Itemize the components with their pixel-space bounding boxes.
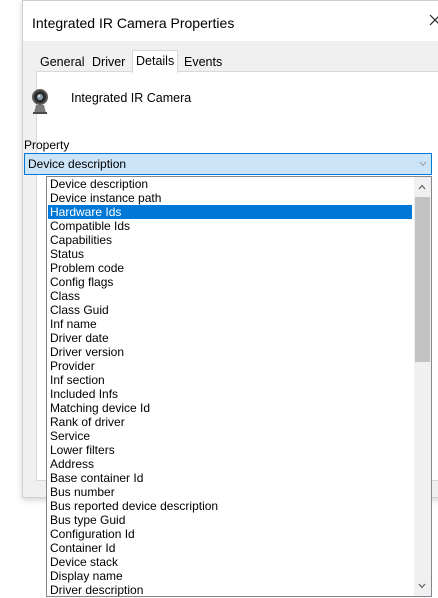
- list-item[interactable]: Bus type Guid: [48, 513, 412, 527]
- tab-driver[interactable]: Driver: [89, 53, 128, 72]
- list-item[interactable]: Display name: [48, 569, 412, 583]
- property-select-value: Device description: [28, 157, 127, 171]
- list-item[interactable]: Lower filters: [48, 443, 412, 457]
- list-item[interactable]: Base container Id: [48, 471, 412, 485]
- close-icon[interactable]: [427, 12, 438, 28]
- list-item[interactable]: Driver date: [48, 331, 412, 345]
- window-title: Integrated IR Camera Properties: [32, 15, 235, 31]
- list-item[interactable]: Inf name: [48, 317, 412, 331]
- chevron-down-icon[interactable]: [419, 161, 427, 167]
- list-item[interactable]: Driver description: [48, 583, 412, 596]
- list-item[interactable]: Driver version: [48, 345, 412, 359]
- property-dropdown-list[interactable]: Device description Device instance path Ha…: [46, 176, 432, 597]
- list-item[interactable]: Provider: [48, 359, 412, 373]
- list-item[interactable]: Container Id: [48, 541, 412, 555]
- list-item[interactable]: Rank of driver: [48, 415, 412, 429]
- list-item[interactable]: Address: [48, 457, 412, 471]
- list-item[interactable]: Device description: [48, 177, 412, 191]
- list-item[interactable]: Device instance path: [48, 191, 412, 205]
- list-item[interactable]: Class: [48, 289, 412, 303]
- property-select[interactable]: Device description: [24, 153, 432, 175]
- tab-events[interactable]: Events: [181, 53, 225, 72]
- list-item[interactable]: Capabilities: [48, 233, 412, 247]
- scrollbar-thumb[interactable]: [415, 197, 430, 362]
- scroll-down-arrow-icon[interactable]: [418, 583, 426, 589]
- list-item[interactable]: Status: [48, 247, 412, 261]
- list-item[interactable]: Problem code: [48, 261, 412, 275]
- list-item[interactable]: Inf section: [48, 373, 412, 387]
- property-label: Property: [24, 138, 70, 152]
- list-item[interactable]: Compatible Ids: [48, 219, 412, 233]
- dropdown-items: Device description Device instance path Ha…: [48, 177, 412, 596]
- list-item[interactable]: Service: [48, 429, 412, 443]
- list-item[interactable]: Class Guid: [48, 303, 412, 317]
- tab-details[interactable]: Details: [132, 50, 179, 73]
- list-item[interactable]: Matching device Id: [48, 401, 412, 415]
- scrollbar[interactable]: [414, 177, 431, 596]
- scroll-up-arrow-icon[interactable]: [418, 184, 426, 190]
- list-item[interactable]: Config flags: [48, 275, 412, 289]
- list-item[interactable]: Bus reported device description: [48, 499, 412, 513]
- list-item[interactable]: Bus number: [48, 485, 412, 499]
- list-item[interactable]: Included Infs: [48, 387, 412, 401]
- title-bar[interactable]: Integrated IR Camera Properties: [23, 1, 438, 41]
- list-item[interactable]: Device stack: [48, 555, 412, 569]
- list-item[interactable]: Configuration Id: [48, 527, 412, 541]
- webcam-icon: [32, 89, 48, 114]
- list-item[interactable]: Hardware Ids: [48, 205, 412, 219]
- tab-general[interactable]: General: [37, 53, 87, 72]
- device-name: Integrated IR Camera: [71, 91, 192, 105]
